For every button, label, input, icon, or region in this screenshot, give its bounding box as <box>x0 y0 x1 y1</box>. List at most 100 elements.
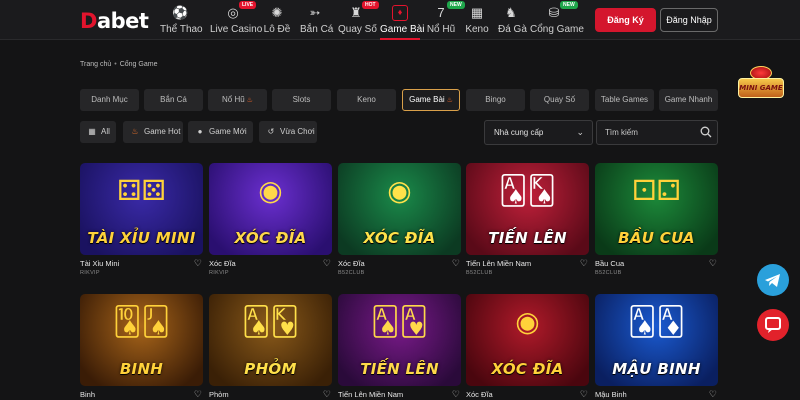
tab-label: Table Games <box>600 95 649 104</box>
game-provider: B52CLUB <box>466 270 493 276</box>
nav-item-nổ-hũ[interactable]: 7 Nổ Hũ NEW <box>426 0 465 40</box>
favorite-heart-icon[interactable]: ♡ <box>452 389 460 400</box>
game-name: Bầu Cua <box>595 259 625 268</box>
nav-item-label: Live Casino <box>210 24 263 35</box>
game-art-title: MẬU BINH <box>612 360 701 378</box>
game-card[interactable]: ◉ XÓC ĐĨA Xóc Đĩa RIKVIP ♡ <box>209 163 332 276</box>
favorite-heart-icon[interactable]: ♡ <box>709 389 717 400</box>
tab-quay-số[interactable]: Quay Số <box>530 89 589 111</box>
nav-item-lô-đề[interactable]: ✺ Lô Đề <box>262 0 292 40</box>
provider-select[interactable]: Nhà cung cấp ⌄ <box>484 120 593 145</box>
new-badge-icon: ● <box>197 127 203 136</box>
nav-item-label: Đá Gà <box>498 24 527 35</box>
flame-icon: ♨ <box>131 127 139 136</box>
game-card[interactable]: 🂡🂮 TIẾN LÊN Tiến Lên Miền Nam B52CLUB ♡ <box>466 163 589 276</box>
game-card[interactable]: ◉ XÓC ĐĨA Xóc Đĩa B52CLUB ♡ <box>338 163 461 276</box>
tab-game-nhanh[interactable]: Game Nhanh <box>659 89 718 111</box>
filter-game-mới[interactable]: ● Game Mới <box>188 121 253 143</box>
game-name: Phỏm <box>209 390 229 399</box>
login-button[interactable]: Đăng Nhập <box>660 8 718 32</box>
favorite-heart-icon[interactable]: ♡ <box>323 258 331 269</box>
nav-item-quay-số[interactable]: ♜ Quay Số HOT <box>338 0 379 40</box>
tab-label: Quay Số <box>543 95 576 104</box>
search-box <box>596 120 718 145</box>
game-thumbnail[interactable]: ◉ XÓC ĐĨA <box>466 294 589 386</box>
tab-slots[interactable]: Slots <box>272 89 331 111</box>
tab-bắn-cá[interactable]: Bắn Cá <box>144 89 203 111</box>
favorite-heart-icon[interactable]: ♡ <box>194 258 202 269</box>
search-input[interactable] <box>597 121 697 144</box>
telegram-button[interactable] <box>757 264 789 296</box>
tab-danh-mục[interactable]: Danh Mục <box>80 89 139 111</box>
nav-item-game-bài[interactable]: ♦ Game Bài <box>380 0 424 40</box>
breadcrumb-current: Cổng Game <box>119 61 158 68</box>
game-art-icon: ◉ <box>387 175 412 206</box>
cards-icon: ♦ <box>392 5 408 21</box>
favorite-heart-icon[interactable]: ♡ <box>194 389 202 400</box>
flame-icon: ♨ <box>444 97 453 104</box>
lottery-wheel-icon: ✺ <box>271 5 283 20</box>
tab-label: Bingo <box>485 95 506 104</box>
favorite-heart-icon[interactable]: ♡ <box>580 389 588 400</box>
game-thumbnail[interactable]: ⚃⚄ TÀI XỈU MINI <box>80 163 203 255</box>
game-thumbnail[interactable]: 🂪🂫 BINH <box>80 294 203 386</box>
mini-game-widget[interactable]: MINI GAME <box>736 66 786 102</box>
game-card[interactable]: 🂡🃁 MẬU BINH Mậu Binh ♡ <box>595 294 718 399</box>
favorite-heart-icon[interactable]: ♡ <box>452 258 460 269</box>
game-card[interactable]: 🂪🂫 BINH Binh ♡ <box>80 294 203 399</box>
game-thumbnail[interactable]: ◉ XÓC ĐĨA <box>338 163 461 255</box>
search-icon[interactable] <box>700 126 712 138</box>
game-thumbnail[interactable]: 🂡🂾 PHỎM <box>209 294 332 386</box>
game-thumbnail[interactable]: 🂡🂱 TIẾN LÊN <box>338 294 461 386</box>
tab-label: Keno <box>357 95 376 104</box>
game-art-icon: 🂪🂫 <box>112 306 171 337</box>
game-thumbnail[interactable]: ⚀⚁ BẦU CUA <box>595 163 718 255</box>
nav-item-label: Cổng Game <box>530 24 584 35</box>
nav-item-thể-thao[interactable]: ⚽ Thể Thao <box>160 0 203 40</box>
tab-table-games[interactable]: Table Games <box>595 89 654 111</box>
tab-label: Bắn Cá <box>160 95 187 104</box>
nav-item-label: Nổ Hũ <box>426 24 456 35</box>
game-art-icon: 🂡🂾 <box>241 306 300 337</box>
nav-item-keno[interactable]: ▦ Keno <box>464 0 490 40</box>
nav-item-bắn-cá[interactable]: ➳ Bắn Cá <box>300 0 333 40</box>
game-thumbnail[interactable]: ◉ XÓC ĐĨA <box>209 163 332 255</box>
messenger-button[interactable] <box>757 309 789 341</box>
game-art-title: BINH <box>119 360 164 378</box>
breadcrumb-home[interactable]: Trang chủ <box>80 61 111 68</box>
game-thumbnail[interactable]: 🂡🂮 TIẾN LÊN <box>466 163 589 255</box>
dabet-logo[interactable]: Dabet <box>80 9 149 33</box>
filter-all[interactable]: ▦ All <box>80 121 116 143</box>
nav-item-cổng-game[interactable]: ⛁ Cổng Game NEW <box>530 0 584 40</box>
game-art-icon: 🂡🂮 <box>498 175 557 206</box>
tab-bingo[interactable]: Bingo <box>466 89 525 111</box>
game-art-title: TIẾN LÊN <box>488 229 567 247</box>
game-card[interactable]: 🂡🂱 TIẾN LÊN Tiến Lên Miền Nam ♡ <box>338 294 461 399</box>
favorite-heart-icon[interactable]: ♡ <box>709 258 717 269</box>
tab-nổ-hũ[interactable]: Nổ Hũ ♨ <box>208 89 267 111</box>
tab-label: Slots <box>292 95 311 104</box>
game-thumbnail[interactable]: 🂡🃁 MẬU BINH <box>595 294 718 386</box>
nav-item-đá-gà[interactable]: ♞ Đá Gà <box>498 0 527 40</box>
history-icon: ↺ <box>267 127 275 136</box>
game-card[interactable]: ⚀⚁ BẦU CUA Bầu Cua B52CLUB ♡ <box>595 163 718 276</box>
favorite-heart-icon[interactable]: ♡ <box>580 258 588 269</box>
tab-label: Nổ Hũ <box>222 95 245 104</box>
tab-game-bài[interactable]: Game Bài ♨ <box>402 89 460 111</box>
game-provider: RIKVIP <box>209 270 229 276</box>
game-art-title: XÓC ĐĨA <box>234 229 307 247</box>
filter-vừa-chơi[interactable]: ↺ Vừa Chơi <box>259 121 317 143</box>
game-card[interactable]: ◉ XÓC ĐĨA Xóc Đĩa ♡ <box>466 294 589 399</box>
filter-label: Game Hot <box>144 127 181 136</box>
game-art-icon: ◉ <box>258 175 283 206</box>
tab-label: Game Bài <box>409 95 445 104</box>
tab-keno[interactable]: Keno <box>337 89 396 111</box>
register-button[interactable]: Đăng Ký <box>595 8 656 32</box>
fish-icon: ➳ <box>309 5 321 20</box>
nav-item-label: Lô Đề <box>263 24 291 35</box>
game-card[interactable]: ⚃⚄ TÀI XỈU MINI Tài Xỉu Mini RIKVIP ♡ <box>80 163 203 276</box>
filter-game-hot[interactable]: ♨ Game Hot <box>123 121 183 143</box>
favorite-heart-icon[interactable]: ♡ <box>323 389 331 400</box>
game-card[interactable]: 🂡🂾 PHỎM Phỏm ♡ <box>209 294 332 399</box>
nav-item-live-casino[interactable]: ◎ Live Casino LIVE <box>210 0 263 40</box>
